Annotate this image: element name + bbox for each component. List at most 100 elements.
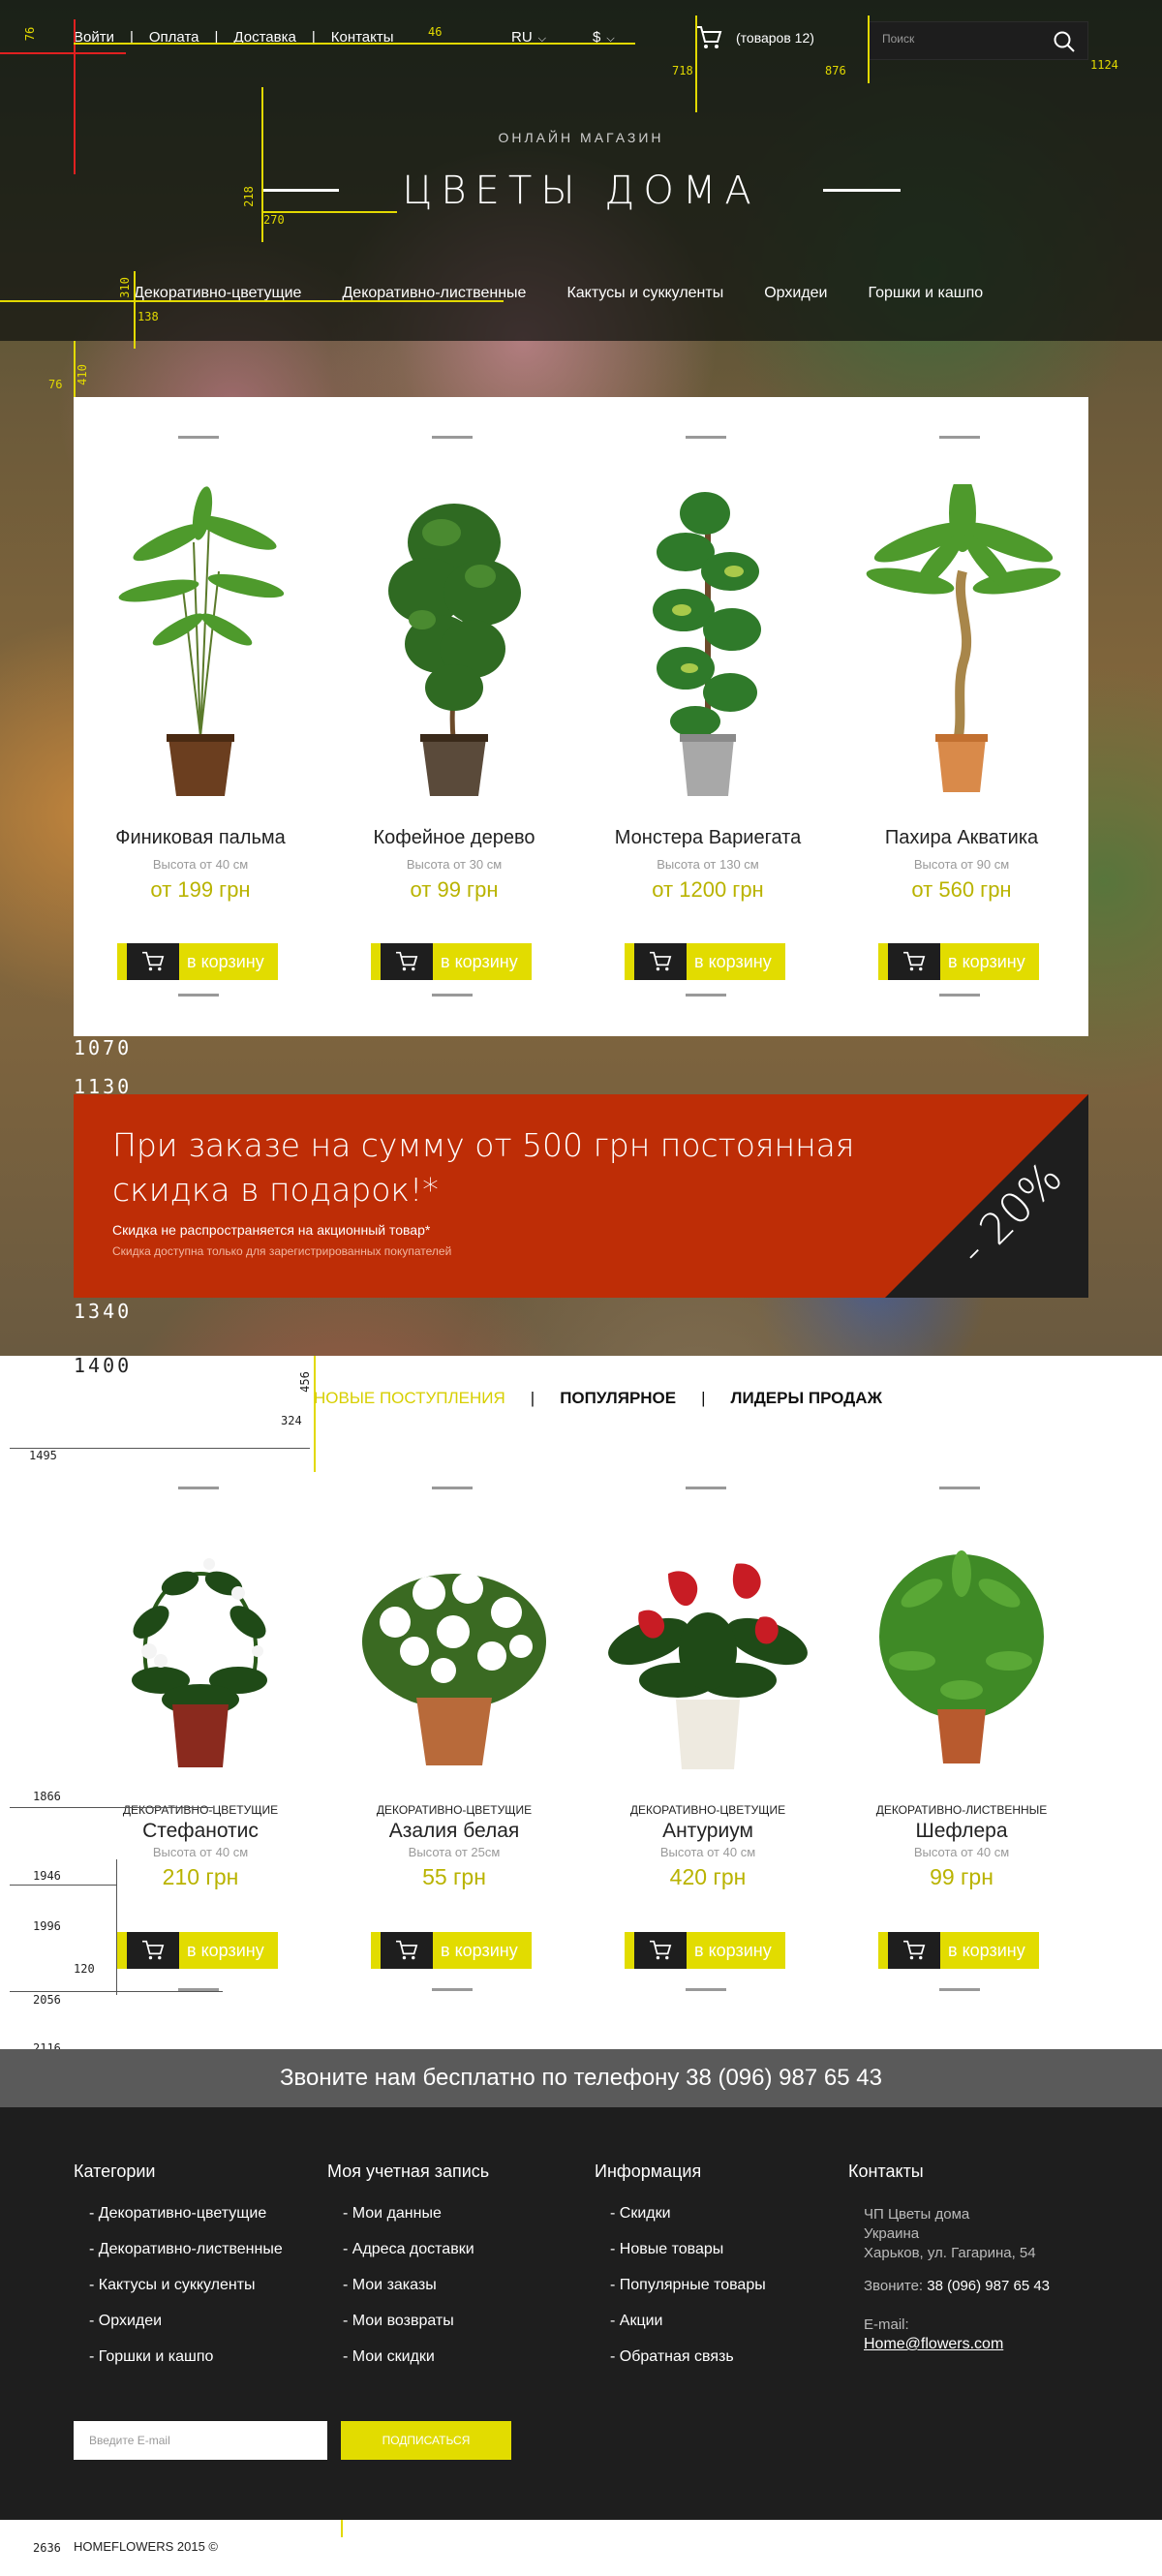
card-dash: [178, 1487, 219, 1489]
product-price: от 99 грн: [410, 877, 499, 902]
product-category: ДЕКОРАТИВНО-ЦВЕТУЩИЕ: [376, 1803, 533, 1817]
footer-link[interactable]: - Адреса доставки: [343, 2241, 489, 2258]
footer-link[interactable]: - Мои возвраты: [343, 2313, 489, 2330]
subscribe-email-input[interactable]: [74, 2421, 327, 2460]
cart-icon: [634, 943, 687, 980]
search-input[interactable]: [882, 32, 1047, 46]
guide-number: 1124: [1090, 58, 1118, 72]
footer-link[interactable]: - Популярные товары: [610, 2277, 766, 2294]
product-height: Высота от 130 см: [657, 857, 759, 872]
footer-link[interactable]: - Обратная связь: [610, 2348, 766, 2366]
promo-subnote: Скидка доступна только для зарегистриров…: [112, 1244, 452, 1258]
product-name[interactable]: Антуриум: [581, 1820, 835, 1843]
schefflera-icon: [879, 1550, 1044, 1763]
product-card: Кофейное дерево Высота от 30 см от 99 гр…: [327, 397, 581, 1036]
add-to-cart-button[interactable]: в корзину: [878, 943, 1039, 980]
palm-plant-icon: [118, 486, 285, 796]
product-category: ДЕКОРАТИВНО-ЦВЕТУЩИЕ: [629, 1803, 786, 1817]
tab-separator: |: [701, 1389, 706, 1407]
product-name[interactable]: Пахира Акватика: [835, 827, 1088, 849]
guide-line: [0, 52, 126, 54]
cart-icon: [127, 943, 179, 980]
footer-link[interactable]: - Скидки: [610, 2205, 766, 2223]
footer-link[interactable]: - Орхидеи: [89, 2313, 283, 2330]
footer: Категории - Декоративно-цветущие - Декор…: [0, 2107, 1162, 2520]
footer-link[interactable]: - Декоративно-лиственные: [89, 2241, 283, 2258]
card-dash: [178, 994, 219, 997]
product-price: от 199 грн: [150, 877, 251, 902]
add-to-cart-label: в корзину: [694, 1940, 772, 1960]
company-name: ЧП Цветы дома: [864, 2206, 970, 2223]
new-arrivals-grid: ДЕКОРАТИВНО-ЦВЕТУЩИЕ Стефанотис Высота о…: [74, 1448, 1088, 2000]
product-name[interactable]: Финиковая пальма: [74, 827, 327, 849]
guide-number: 1495: [29, 1449, 57, 1462]
cart-icon: [381, 1932, 433, 1969]
tab-popular[interactable]: ПОПУЛЯРНОЕ: [560, 1389, 676, 1408]
header-cart[interactable]: (товаров 12): [695, 25, 814, 50]
footer-link[interactable]: - Мои данные: [343, 2205, 489, 2223]
category-pots[interactable]: Горшки и кашпо: [869, 285, 984, 302]
add-to-cart-label: в корзину: [948, 1940, 1025, 1960]
category-orchids[interactable]: Орхидеи: [764, 285, 827, 302]
tab-bestsellers[interactable]: ЛИДЕРЫ ПРОДАЖ: [731, 1389, 882, 1408]
title-line-right: [823, 189, 901, 192]
card-dash: [686, 436, 726, 439]
card-dash: [432, 436, 473, 439]
add-to-cart-button[interactable]: в корзину: [371, 1932, 532, 1969]
add-to-cart-button[interactable]: в корзину: [625, 943, 785, 980]
product-card: ДЕКОРАТИВНО-ЦВЕТУЩИЕ Азалия белая Высота…: [327, 1448, 581, 2000]
category-cacti[interactable]: Кактусы и суккуленты: [566, 285, 723, 302]
cart-icon: [888, 943, 940, 980]
phone-number[interactable]: 38 (096) 987 65 43: [927, 2278, 1050, 2294]
shop-title: ЦВЕТЫ ДОМА: [402, 169, 760, 213]
cart-icon: [634, 1932, 687, 1969]
guide-number: 324: [281, 1414, 302, 1427]
product-price: 210 грн: [162, 1864, 239, 1889]
add-to-cart-label: в корзину: [694, 951, 772, 971]
footer-link[interactable]: - Мои заказы: [343, 2277, 489, 2294]
product-name[interactable]: Стефанотис: [74, 1820, 327, 1843]
email-label: E-mail:: [864, 2316, 909, 2333]
card-dash: [939, 1988, 980, 1991]
promo-banner[interactable]: При заказе на сумму от 500 грн постоянна…: [74, 1094, 1088, 1298]
product-name[interactable]: Шефлера: [835, 1820, 1088, 1843]
search-icon[interactable]: [1053, 30, 1076, 58]
product-name[interactable]: Кофейное дерево: [327, 827, 581, 849]
add-to-cart-label: в корзину: [441, 1940, 518, 1960]
monstera-icon: [653, 492, 761, 796]
footer-contacts: Контакты ЧП Цветы дома Украина Харьков, …: [848, 2162, 1050, 2354]
guide-number: 1946: [33, 1869, 61, 1883]
product-name[interactable]: Азалия белая: [327, 1820, 581, 1843]
product-height: Высота от 30 см: [406, 857, 503, 872]
email-link[interactable]: Home@flowers.com: [864, 2335, 1050, 2354]
add-to-cart-button[interactable]: в корзину: [625, 1932, 785, 1969]
guide-number: 218: [241, 186, 256, 207]
guide-number: 2636: [33, 2541, 61, 2555]
subscribe-button[interactable]: ПОДПИСАТЬСЯ: [341, 2421, 511, 2460]
tab-new-arrivals[interactable]: НОВЫЕ ПОСТУПЛЕНИЯ: [314, 1389, 505, 1408]
add-to-cart-button[interactable]: в корзину: [117, 1932, 278, 1969]
add-to-cart-button[interactable]: в корзину: [117, 943, 278, 980]
product-name[interactable]: Монстера Вариегата: [581, 827, 835, 849]
footer-link[interactable]: - Декоративно-цветущие: [89, 2205, 283, 2223]
add-to-cart-button[interactable]: в корзину: [371, 943, 532, 980]
footer-link[interactable]: - Горшки и кашпо: [89, 2348, 283, 2366]
add-to-cart-label: в корзину: [441, 951, 518, 971]
add-to-cart-button[interactable]: в корзину: [878, 1932, 1039, 1969]
footer-link[interactable]: - Акции: [610, 2313, 766, 2330]
phone-label: Звоните:: [864, 2278, 924, 2294]
product-tabs: НОВЫЕ ПОСТУПЛЕНИЯ | ПОПУЛЯРНОЕ | ЛИДЕРЫ …: [314, 1389, 882, 1408]
search-box: [868, 21, 1088, 60]
footer-link[interactable]: - Мои скидки: [343, 2348, 489, 2366]
phone-row: Звоните: 38 (096) 987 65 43: [864, 2277, 1050, 2296]
guide-line: [0, 300, 504, 302]
guide-line: [134, 271, 136, 349]
footer-link[interactable]: - Новые товары: [610, 2241, 766, 2258]
call-bar-text: Звоните нам бесплатно по телефону 38 (09…: [280, 2065, 882, 2091]
guide-number: 1996: [33, 1919, 61, 1933]
product-card: Финиковая пальма Высота от 40 см от 199 …: [74, 397, 327, 1036]
footer-info: Информация - Скидки - Новые товары - Поп…: [595, 2162, 766, 2384]
guide-number: 1400: [74, 1354, 133, 1377]
footer-link[interactable]: - Кактусы и суккуленты: [89, 2277, 283, 2294]
card-dash: [686, 1988, 726, 1991]
